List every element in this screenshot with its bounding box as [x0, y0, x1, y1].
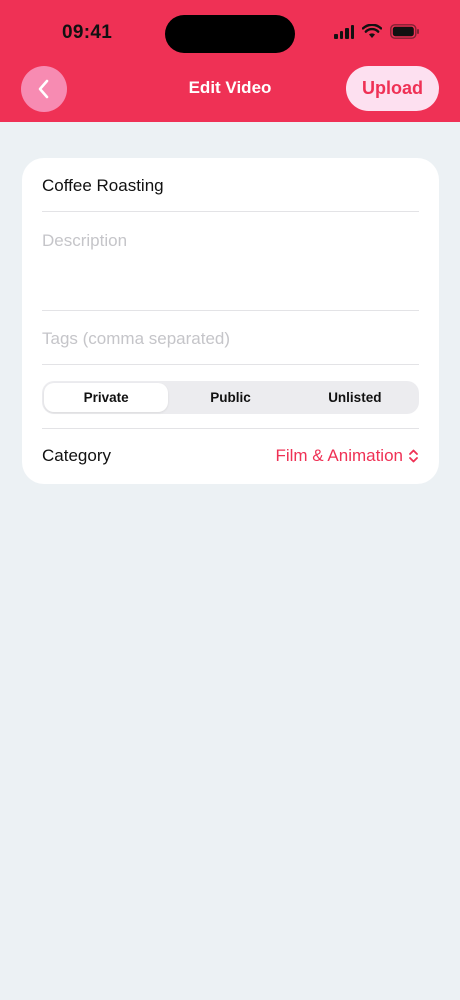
divider — [42, 364, 419, 365]
category-label: Category — [42, 446, 111, 465]
tags-row — [42, 329, 419, 349]
edit-video-form: Private Public Unlisted Category Film & … — [22, 158, 439, 484]
tags-input[interactable] — [42, 329, 419, 349]
title-row — [42, 176, 419, 196]
visibility-segmented-control: Private Public Unlisted — [42, 381, 419, 414]
dynamic-island — [165, 15, 295, 53]
app-header: 09:41 Edit Video Upload — [0, 0, 460, 122]
category-value: Film & Animation — [275, 446, 403, 465]
status-icons — [334, 24, 420, 39]
divider — [42, 211, 419, 212]
description-input[interactable] — [42, 230, 419, 290]
visibility-option-public[interactable]: Public — [168, 383, 292, 412]
visibility-option-unlisted[interactable]: Unlisted — [293, 383, 417, 412]
chevron-up-down-icon — [409, 449, 418, 463]
cellular-signal-icon — [334, 24, 354, 39]
status-time: 09:41 — [62, 22, 113, 43]
battery-icon — [390, 24, 419, 39]
wifi-icon — [362, 24, 382, 38]
description-row — [42, 230, 419, 295]
nav-bar: Edit Video Upload — [0, 66, 460, 112]
status-bar: 09:41 — [0, 0, 460, 66]
visibility-option-private[interactable]: Private — [44, 383, 169, 412]
divider — [42, 310, 419, 311]
title-input[interactable] — [42, 176, 419, 196]
divider — [42, 428, 419, 429]
upload-button[interactable]: Upload — [346, 66, 439, 111]
category-picker[interactable]: Film & Animation — [275, 446, 419, 466]
